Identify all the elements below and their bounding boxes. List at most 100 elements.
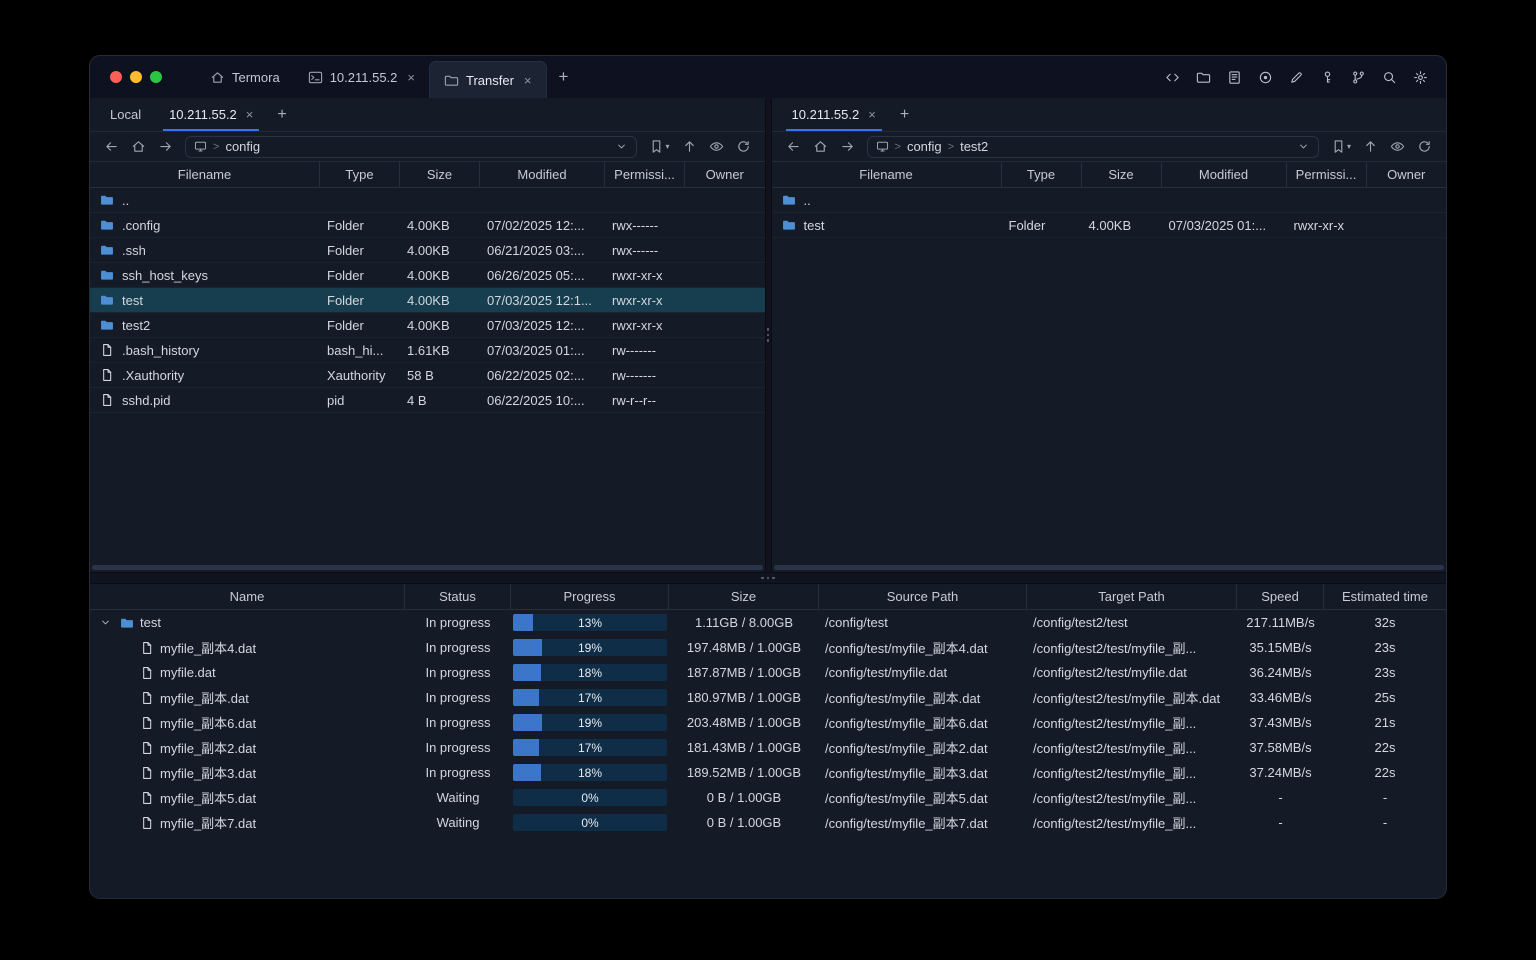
close-tab-icon[interactable]: ×: [407, 70, 415, 85]
panel-tab-local[interactable]: Local: [96, 98, 155, 131]
column-header[interactable]: Filename: [772, 162, 1002, 187]
bookmark-button[interactable]: ▾: [644, 139, 674, 154]
show-hidden-button[interactable]: [704, 139, 729, 154]
column-header[interactable]: Permissi...: [1287, 162, 1367, 187]
source-path-cell: /config/test/myfile_副本3.dat: [825, 766, 988, 781]
breadcrumb-segment[interactable]: config: [907, 139, 942, 154]
record-icon[interactable]: [1258, 70, 1273, 85]
vertical-splitter[interactable]: [764, 98, 772, 572]
transfer-row[interactable]: myfile_副本4.dat In progress 19% 197.48MB / 1…: [90, 635, 1446, 660]
file-row[interactable]: ..: [771, 188, 1446, 213]
transfer-column-header[interactable]: Estimated time: [1324, 584, 1446, 609]
back-button[interactable]: [781, 139, 806, 154]
upload-button[interactable]: [1358, 139, 1383, 154]
refresh-button[interactable]: [731, 139, 756, 154]
close-tab-icon[interactable]: ×: [868, 107, 876, 122]
home-button[interactable]: [808, 139, 833, 154]
path-bar[interactable]: > config > test2: [866, 135, 1319, 158]
edit-icon[interactable]: [1289, 70, 1304, 85]
folder-icon: [100, 293, 114, 307]
forward-button[interactable]: [153, 139, 178, 154]
breadcrumb-segment[interactable]: config: [225, 139, 260, 154]
transfer-column-header[interactable]: Source Path: [819, 584, 1027, 609]
column-header[interactable]: Modified: [480, 162, 605, 187]
home-button[interactable]: [126, 139, 151, 154]
window-tab-transfer[interactable]: Transfer ×: [429, 61, 547, 98]
forward-button[interactable]: [835, 139, 860, 154]
size-cell: 4.00KB: [1088, 217, 1132, 233]
file-row[interactable]: ssh_host_keys Folder 4.00KB 06/26/2025 05:.…: [90, 263, 765, 288]
bookmark-button[interactable]: ▾: [1326, 139, 1356, 154]
column-header[interactable]: Size: [400, 162, 480, 187]
horizontal-splitter[interactable]: [90, 572, 1446, 584]
progress-cell: 17%: [511, 689, 669, 706]
upload-button[interactable]: [677, 139, 702, 154]
transfer-row[interactable]: myfile_副本2.dat In progress 17% 181.43MB / 1…: [90, 735, 1446, 760]
filename-text: .bash_history: [122, 342, 200, 358]
transfer-row[interactable]: myfile_副本6.dat In progress 19% 203.48MB / 1…: [90, 710, 1446, 735]
file-row[interactable]: .Xauthority Xauthority 58 B 06/22/2025 02:.…: [90, 363, 765, 388]
close-tab-icon[interactable]: ×: [524, 73, 532, 88]
chevron-down-icon[interactable]: [615, 140, 628, 153]
transfer-column-header[interactable]: Status: [405, 584, 511, 609]
eta-cell: 22s: [1374, 765, 1396, 780]
code-icon[interactable]: [1165, 70, 1180, 85]
add-panel-tab-button[interactable]: +: [890, 106, 919, 124]
permissions-cell: rwx------: [612, 242, 659, 258]
path-bar[interactable]: > config: [185, 135, 638, 158]
column-header[interactable]: Permissi...: [605, 162, 685, 187]
transfer-row[interactable]: test In progress 13% 1.11GB / 8.00GB/config…: [90, 610, 1446, 635]
transfer-column-header[interactable]: Speed: [1237, 584, 1324, 609]
notebook-icon[interactable]: [1227, 70, 1242, 85]
horizontal-scrollbar[interactable]: [90, 563, 765, 572]
close-tab-icon[interactable]: ×: [246, 107, 254, 122]
column-header[interactable]: Modified: [1162, 162, 1287, 187]
column-header[interactable]: Type: [320, 162, 400, 187]
horizontal-scrollbar[interactable]: [772, 563, 1447, 572]
branch-icon[interactable]: [1351, 70, 1366, 85]
refresh-button[interactable]: [1412, 139, 1437, 154]
scrollbar-thumb[interactable]: [773, 565, 1444, 570]
add-panel-tab-button[interactable]: +: [267, 106, 296, 124]
key-icon[interactable]: [1320, 70, 1335, 85]
settings-icon[interactable]: [1413, 70, 1428, 85]
expand-chevron-icon[interactable]: [96, 616, 114, 629]
show-hidden-button[interactable]: [1385, 139, 1410, 154]
file-row[interactable]: sshd.pid pid 4 B 06/22/2025 10:... rw-r--r--: [90, 388, 765, 413]
new-window-tab-button[interactable]: +: [547, 67, 581, 87]
column-header[interactable]: Owner: [685, 162, 765, 187]
window-tab-10-211-55-2[interactable]: 10.211.55.2 ×: [294, 56, 429, 98]
window-tab-termora[interactable]: Termora: [196, 56, 294, 98]
close-window-button[interactable]: [110, 71, 122, 83]
transfer-row[interactable]: myfile_副本7.dat Waiting 0% 0 B / 1.00GB/conf…: [90, 810, 1446, 835]
minimize-window-button[interactable]: [130, 71, 142, 83]
column-header[interactable]: Filename: [90, 162, 320, 187]
transfer-column-header[interactable]: Name: [90, 584, 405, 609]
search-icon[interactable]: [1382, 70, 1397, 85]
file-row[interactable]: .ssh Folder 4.00KB 06/21/2025 03:... rwx----…: [90, 238, 765, 263]
panel-tab-10-211-55-2[interactable]: 10.211.55.2 ×: [778, 98, 890, 131]
zoom-window-button[interactable]: [150, 71, 162, 83]
column-header[interactable]: Size: [1082, 162, 1162, 187]
chevron-down-icon[interactable]: [1297, 140, 1310, 153]
transfer-row[interactable]: myfile_副本3.dat In progress 18% 189.52MB / 1…: [90, 760, 1446, 785]
panel-tab-10-211-55-2[interactable]: 10.211.55.2 ×: [155, 98, 267, 131]
folder-icon[interactable]: [1196, 70, 1211, 85]
file-row[interactable]: .bash_history bash_hi... 1.61KB 07/03/2025 …: [90, 338, 765, 363]
column-header[interactable]: Type: [1002, 162, 1082, 187]
back-button[interactable]: [99, 139, 124, 154]
scrollbar-thumb[interactable]: [92, 565, 763, 570]
transfer-row[interactable]: myfile_副本.dat In progress 17% 180.97MB / 1.…: [90, 685, 1446, 710]
file-row[interactable]: test Folder 4.00KB 07/03/2025 12:1... rwxr-x…: [90, 288, 765, 313]
column-header[interactable]: Owner: [1367, 162, 1447, 187]
file-row[interactable]: test2 Folder 4.00KB 07/03/2025 12:... rwxr-x…: [90, 313, 765, 338]
transfer-column-header[interactable]: Size: [669, 584, 819, 609]
file-row[interactable]: .config Folder 4.00KB 07/02/2025 12:... rwx-…: [90, 213, 765, 238]
transfer-column-header[interactable]: Target Path: [1027, 584, 1237, 609]
file-row[interactable]: test Folder 4.00KB 07/03/2025 01:... rwxr-xr…: [771, 213, 1446, 238]
file-row[interactable]: ..: [90, 188, 765, 213]
transfer-row[interactable]: myfile_副本5.dat Waiting 0% 0 B / 1.00GB/conf…: [90, 785, 1446, 810]
transfer-column-header[interactable]: Progress: [511, 584, 669, 609]
transfer-row[interactable]: myfile.dat In progress 18% 187.87MB / 1.00G…: [90, 660, 1446, 685]
breadcrumb-segment[interactable]: test2: [960, 139, 988, 154]
